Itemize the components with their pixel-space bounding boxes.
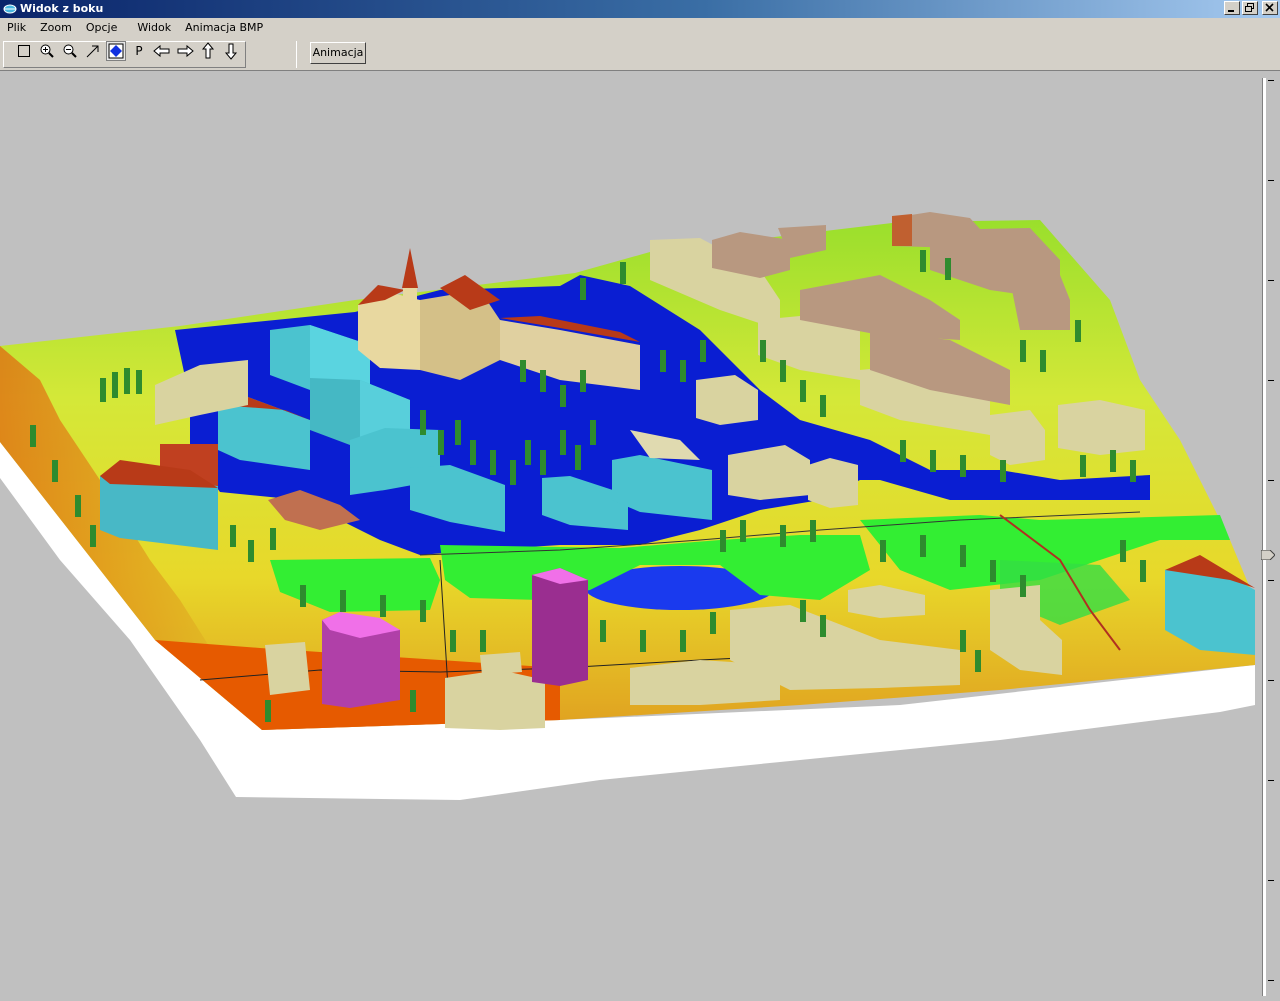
- menu-widok[interactable]: Widok: [130, 18, 178, 37]
- animation-button[interactable]: Animacja: [310, 42, 366, 64]
- slider-tick: [1268, 880, 1274, 881]
- select-rect-button[interactable]: [14, 41, 34, 61]
- window-title: Widok z boku: [20, 2, 104, 15]
- zoom-out-icon: [63, 44, 77, 58]
- terrain-3d-scene: [0, 212, 1255, 800]
- side-view-canvas[interactable]: [0, 72, 1258, 998]
- zoom-in-icon: [40, 44, 54, 58]
- menu-animacja-bmp[interactable]: Animacja BMP: [178, 18, 270, 37]
- app-globe-icon: [3, 4, 17, 14]
- select-rect-icon: [18, 45, 30, 57]
- slider-tick: [1268, 380, 1274, 381]
- pan-down-icon: [224, 43, 238, 60]
- slider-tick: [1268, 80, 1274, 81]
- pan-right-button[interactable]: [175, 41, 195, 61]
- slider-tick: [1268, 780, 1274, 781]
- pan-up-button[interactable]: [198, 41, 218, 61]
- minimize-icon: [1228, 10, 1234, 12]
- zoom-slider[interactable]: [1258, 72, 1280, 998]
- menu-bar: Plik Zoom Opcje Widok Animacja BMP: [0, 18, 1280, 37]
- zoom-in-button[interactable]: [37, 41, 57, 61]
- slider-track: [1262, 78, 1266, 996]
- pan-right-icon: [177, 44, 194, 58]
- arrow-tool-button[interactable]: [83, 41, 103, 61]
- close-icon: [1265, 3, 1274, 12]
- arrow-tool-icon: [86, 45, 99, 58]
- menu-plik[interactable]: Plik: [0, 18, 33, 37]
- view-3d-icon: [108, 43, 124, 59]
- p-tool-button[interactable]: P: [129, 41, 149, 61]
- slider-tick: [1268, 480, 1274, 481]
- zoom-out-button[interactable]: [60, 41, 80, 61]
- close-button[interactable]: [1262, 1, 1278, 15]
- menu-zoom[interactable]: Zoom: [33, 18, 79, 37]
- slider-tick: [1268, 180, 1274, 181]
- menu-opcje[interactable]: Opcje: [79, 18, 125, 37]
- slider-tick: [1268, 280, 1274, 281]
- slider-tick: [1268, 680, 1274, 681]
- pan-left-icon: [153, 44, 170, 58]
- view-3d-button[interactable]: [106, 41, 126, 61]
- restore-icon: [1245, 3, 1254, 12]
- slider-thumb[interactable]: [1261, 550, 1275, 560]
- pan-left-button[interactable]: [152, 41, 172, 61]
- minimize-button[interactable]: [1224, 1, 1240, 15]
- pan-down-button[interactable]: [221, 41, 241, 61]
- slider-tick: [1268, 980, 1274, 981]
- toolbar: P: [0, 37, 1280, 71]
- pan-up-icon: [201, 42, 215, 59]
- slider-tick: [1268, 580, 1274, 581]
- restore-button[interactable]: [1242, 1, 1258, 15]
- title-bar[interactable]: Widok z boku: [0, 0, 1280, 18]
